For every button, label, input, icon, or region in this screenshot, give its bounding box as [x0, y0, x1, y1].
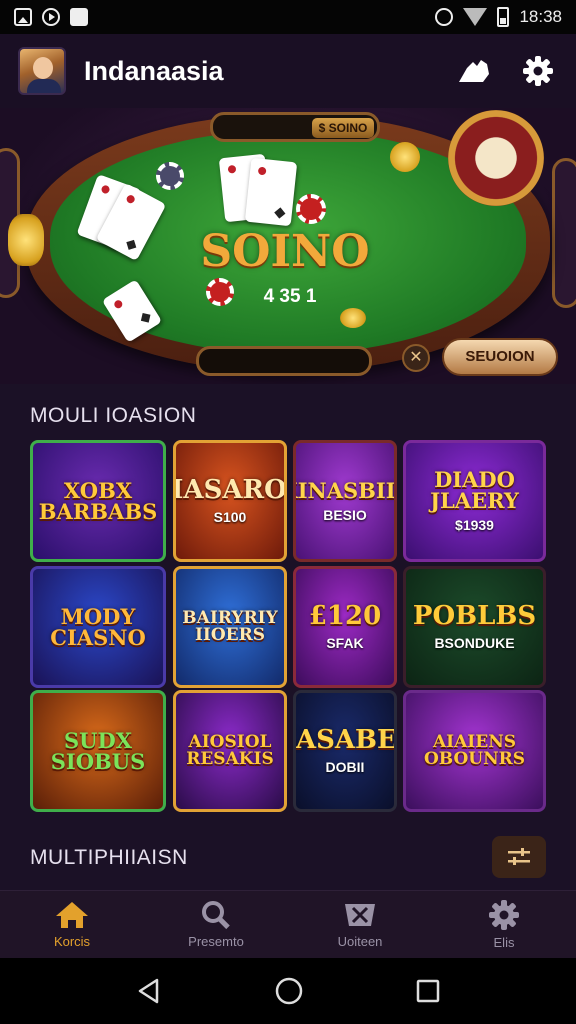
nav-item-settings[interactable]: Elis — [444, 899, 564, 950]
game-grid: XOBX BARBABS KIASAROH S100 KINASBIIY BESIO DI… — [30, 440, 546, 816]
game-tile-title: MODY CIASNO — [50, 604, 146, 650]
status-right-icons: 18:38 — [435, 7, 562, 27]
section-title-games: MOULI IOASION — [30, 404, 197, 427]
ticket-icon — [345, 904, 375, 926]
hero-cta-button[interactable]: SEUOION — [442, 338, 558, 376]
app-header: Indanaasia — [0, 34, 576, 108]
close-icon[interactable]: ✕ — [402, 344, 430, 372]
nav-label: Uoiteen — [337, 934, 383, 949]
nav-label: Presemto — [188, 934, 244, 949]
back-icon[interactable] — [135, 977, 163, 1005]
game-tile-title: £120 — [308, 601, 382, 631]
game-tile[interactable]: SUDX SIOBUS — [30, 690, 166, 812]
coin-icon — [8, 214, 44, 266]
poker-chip-icon — [156, 162, 184, 190]
avatar[interactable] — [18, 47, 66, 95]
game-tile[interactable]: KIASAROH S100 — [173, 440, 287, 562]
nav-item-home[interactable]: Korcis — [12, 900, 132, 949]
game-tile[interactable]: AIOSIOL RESAKIS — [173, 690, 287, 812]
game-tile-title: AIAIENS OBOUNRS — [423, 732, 526, 769]
game-tile-title: SUDX SIOBUS — [50, 728, 146, 774]
poker-chip-icon — [296, 194, 326, 224]
coin-icon — [340, 308, 366, 328]
game-tile-subtitle: BESIO — [323, 506, 367, 523]
search-icon — [202, 901, 230, 930]
photo-icon — [14, 8, 32, 26]
main-content: MOULI IOASION XOBX BARBABSKIASAROHS100KI… — [0, 384, 576, 890]
playing-card-icon — [244, 157, 298, 227]
image-icon — [70, 8, 88, 26]
game-tile-title: DIADO JLAERY — [430, 467, 519, 513]
game-tile-title: BAIRYRIY IIOERS — [182, 608, 278, 645]
game-tile[interactable]: AIAIENS OBOUNRS — [403, 690, 546, 812]
home-circle-icon[interactable] — [274, 976, 304, 1006]
recents-icon[interactable] — [415, 978, 441, 1004]
gear-icon[interactable] — [518, 51, 558, 91]
game-tile-subtitle: SFAK — [326, 635, 364, 651]
play-icon — [42, 8, 60, 26]
app-title: Indanaasia — [84, 55, 224, 86]
system-nav-bar — [0, 958, 576, 1024]
game-tile[interactable]: POBLBS BSONDUKE — [403, 566, 546, 688]
game-tile[interactable]: DIADO JLAERY $1939 — [403, 440, 546, 562]
section-title-more: MULTIPHIIAISN — [30, 846, 188, 869]
top-badge: $ SOINO — [312, 118, 374, 138]
right-side-ornament — [552, 158, 576, 308]
alarm-icon — [435, 8, 454, 26]
hero-banner[interactable]: $ SOINO SOINO 4 35 1 ✕ SEUOION — [0, 108, 576, 384]
nav-item-search[interactable]: Presemto — [156, 900, 276, 949]
game-tile-subtitle: BSONDUKE — [434, 635, 515, 651]
status-bar: 18:38 — [0, 0, 576, 34]
game-tile-subtitle: DOBII — [325, 759, 365, 775]
gear-icon — [489, 900, 519, 930]
home-icon — [56, 902, 88, 928]
battery-icon — [497, 7, 510, 27]
nav-label: Korcis — [53, 934, 91, 949]
coin-icon — [390, 142, 420, 172]
game-tile-title: KINASBIIY — [296, 477, 396, 503]
roulette-wheel-icon — [448, 110, 544, 206]
hand-icon[interactable] — [454, 51, 494, 91]
nav-label: Elis — [493, 935, 515, 950]
filter-button[interactable] — [492, 836, 546, 878]
status-time: 18:38 — [519, 7, 562, 26]
wifi-icon — [463, 8, 488, 26]
hero-title: SOINO — [200, 226, 370, 277]
filter-icon — [508, 848, 530, 865]
game-tile[interactable]: KINASBIIY BESIO — [293, 440, 397, 562]
game-tile-title: POBLBS — [412, 601, 537, 631]
game-tile-title: KASABES — [295, 725, 397, 755]
game-tile[interactable]: £120 SFAK — [293, 566, 397, 688]
game-tile-title: KIASAROH — [176, 475, 287, 505]
status-left-icons — [14, 8, 88, 26]
game-tile-title: AIOSIOL RESAKIS — [186, 732, 274, 769]
game-tile-title: XOBX BARBABS — [38, 478, 158, 524]
game-tile[interactable]: XOBX BARBABS — [30, 440, 166, 562]
poker-chip-icon — [206, 278, 234, 306]
game-tile[interactable]: MODY CIASNO — [30, 566, 166, 688]
bottom-nav: Korcis Presemto Uoiteen Elis — [0, 890, 576, 958]
game-tile-subtitle: S100 — [213, 509, 247, 525]
nav-item-ticket[interactable]: Uoiteen — [300, 900, 420, 949]
game-tile-subtitle: $1939 — [455, 517, 494, 533]
hero-subtitle: 4 35 1 — [263, 286, 317, 307]
game-tile[interactable]: KASABES DOBII — [293, 690, 397, 812]
table-bottom-slot — [196, 346, 372, 376]
game-tile[interactable]: BAIRYRIY IIOERS — [173, 566, 287, 688]
